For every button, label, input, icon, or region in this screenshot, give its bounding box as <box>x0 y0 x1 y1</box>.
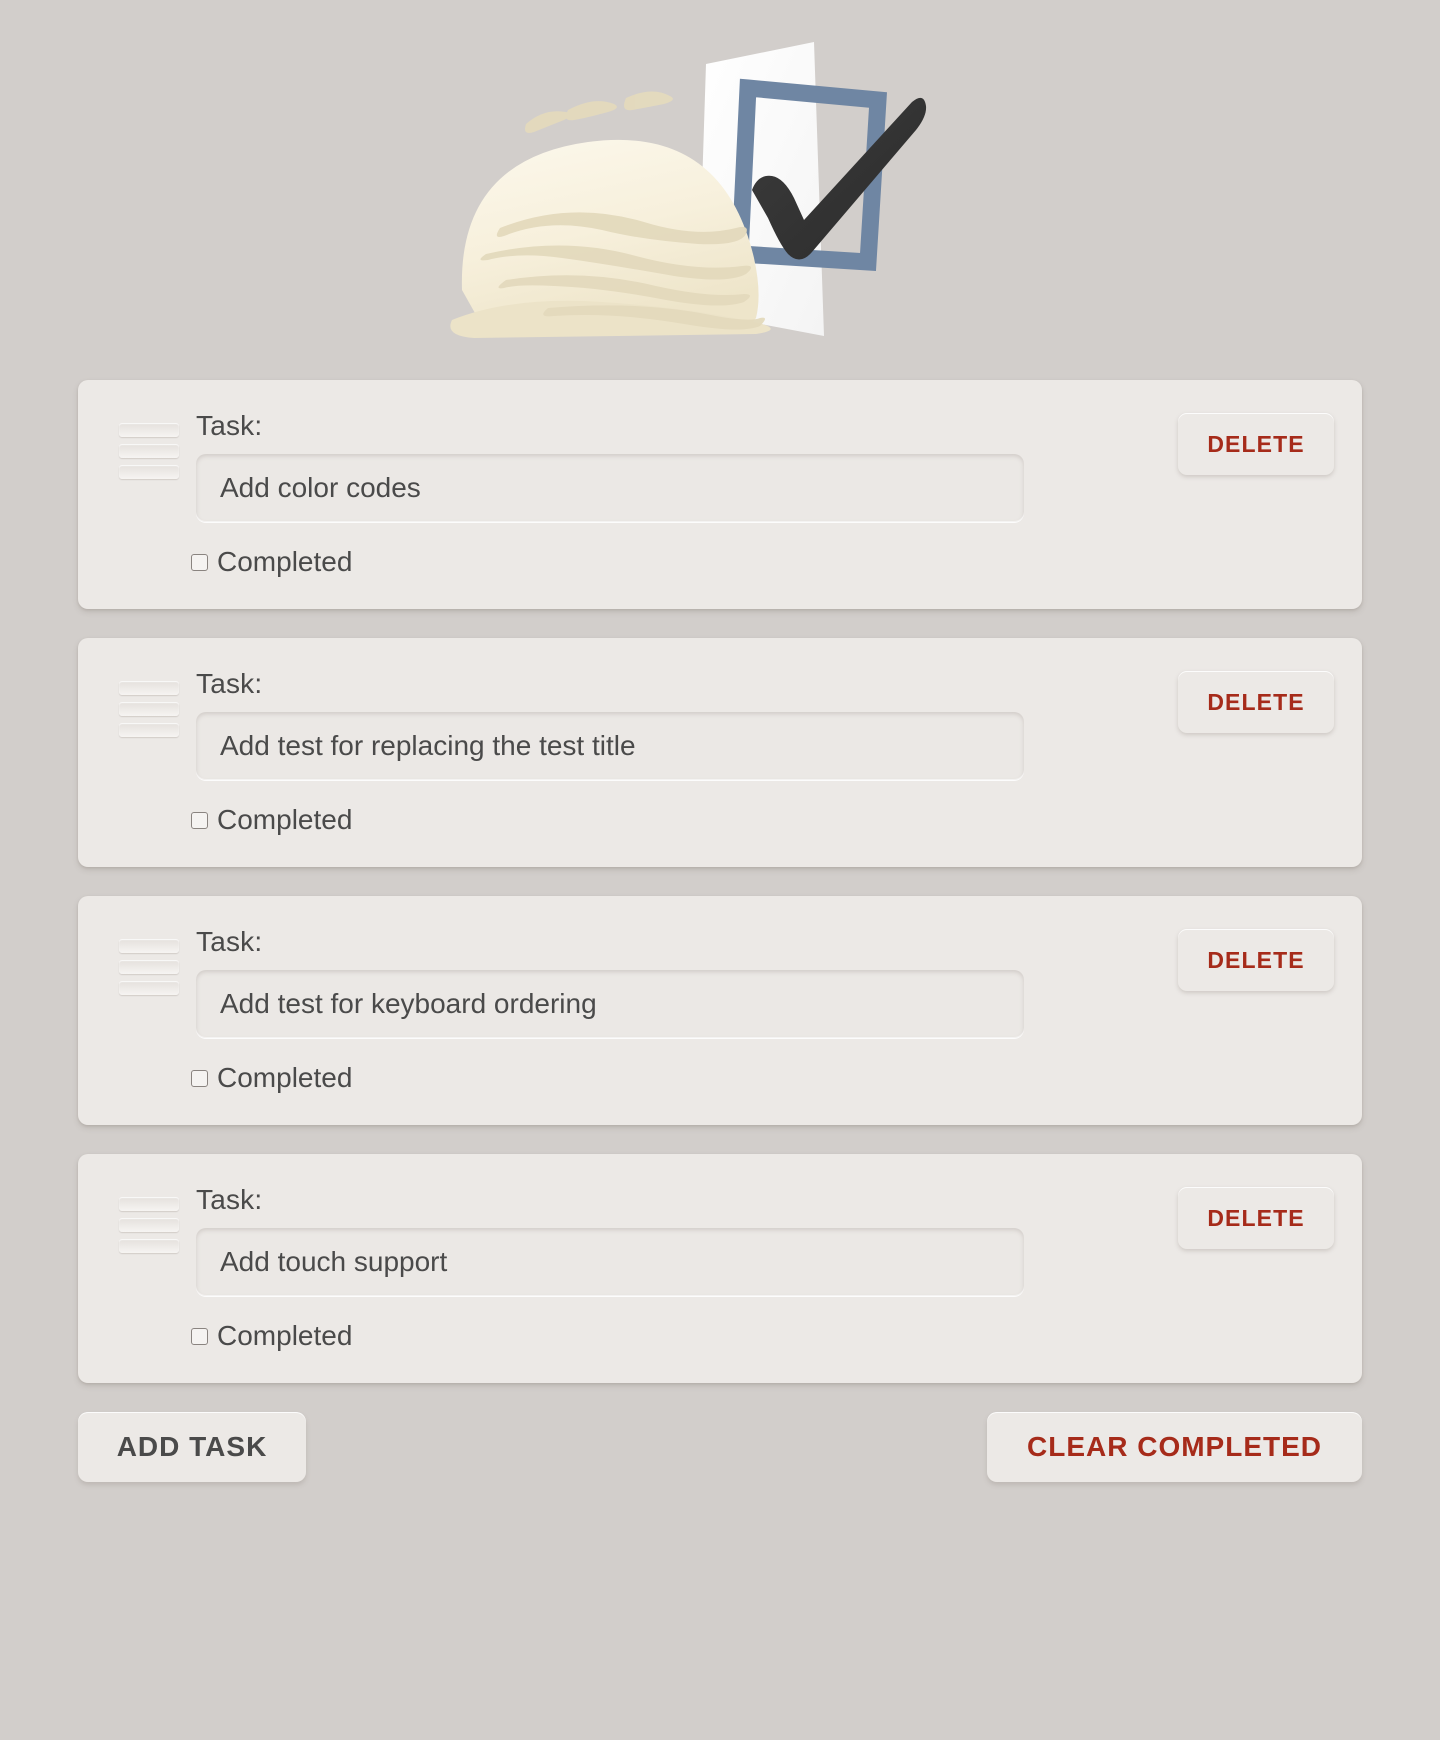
drag-handle-bar <box>119 465 179 479</box>
footer-actions: ADD TASK CLEAR COMPLETED <box>78 1412 1362 1482</box>
completed-toggle-row[interactable]: Completed <box>191 546 352 578</box>
task-title-input[interactable] <box>196 970 1024 1038</box>
drag-handle-bar <box>119 1197 179 1211</box>
drag-handle-icon[interactable] <box>119 423 179 479</box>
drag-handle-icon[interactable] <box>119 681 179 737</box>
delete-task-button[interactable]: DELETE <box>1178 1187 1334 1249</box>
drag-handle-bar <box>119 981 179 995</box>
drag-handle-bar <box>119 444 179 458</box>
clear-completed-button[interactable]: CLEAR COMPLETED <box>987 1412 1362 1482</box>
task-card: Task: Completed DELETE <box>78 896 1362 1125</box>
drag-handle-icon[interactable] <box>119 1197 179 1253</box>
completed-toggle-row[interactable]: Completed <box>191 804 352 836</box>
completed-toggle-row[interactable]: Completed <box>191 1062 352 1094</box>
delete-task-button[interactable]: DELETE <box>1178 413 1334 475</box>
task-field-label: Task: <box>196 410 263 441</box>
completed-checkbox[interactable] <box>191 811 208 829</box>
task-field-label: Task: <box>196 668 263 699</box>
task-card: Task: Completed DELETE <box>78 1154 1362 1383</box>
delete-task-button[interactable]: DELETE <box>1178 929 1334 991</box>
completed-checkbox[interactable] <box>191 1069 208 1087</box>
drag-handle-bar <box>119 681 179 695</box>
task-card: Task: Completed DELETE <box>78 380 1362 609</box>
task-list: Task: Completed DELETE Task: Completed D… <box>78 380 1362 1383</box>
drag-handle-bar <box>119 1218 179 1232</box>
task-field-label: Task: <box>196 926 263 957</box>
drag-handle-bar <box>119 1239 179 1253</box>
task-title-input[interactable] <box>196 712 1024 780</box>
completed-label: Completed <box>217 1062 353 1093</box>
task-field-label: Task: <box>196 1184 263 1215</box>
task-card: Task: Completed DELETE <box>78 638 1362 867</box>
delete-task-button[interactable]: DELETE <box>1178 671 1334 733</box>
completed-label: Completed <box>217 546 353 577</box>
completed-checkbox[interactable] <box>191 1327 208 1345</box>
completed-label: Completed <box>217 804 353 835</box>
completed-checkbox[interactable] <box>191 553 208 571</box>
completed-toggle-row[interactable]: Completed <box>191 1320 352 1352</box>
ice-cream-scoop-with-checklist-icon <box>450 42 927 338</box>
task-title-input[interactable] <box>196 454 1024 522</box>
drag-handle-bar <box>119 939 179 953</box>
drag-handle-bar <box>119 423 179 437</box>
add-task-button[interactable]: ADD TASK <box>78 1412 306 1482</box>
drag-handle-bar <box>119 723 179 737</box>
drag-handle-icon[interactable] <box>119 939 179 995</box>
drag-handle-bar <box>119 702 179 716</box>
task-title-input[interactable] <box>196 1228 1024 1296</box>
app-logo <box>0 0 1440 380</box>
completed-label: Completed <box>217 1320 353 1351</box>
drag-handle-bar <box>119 960 179 974</box>
